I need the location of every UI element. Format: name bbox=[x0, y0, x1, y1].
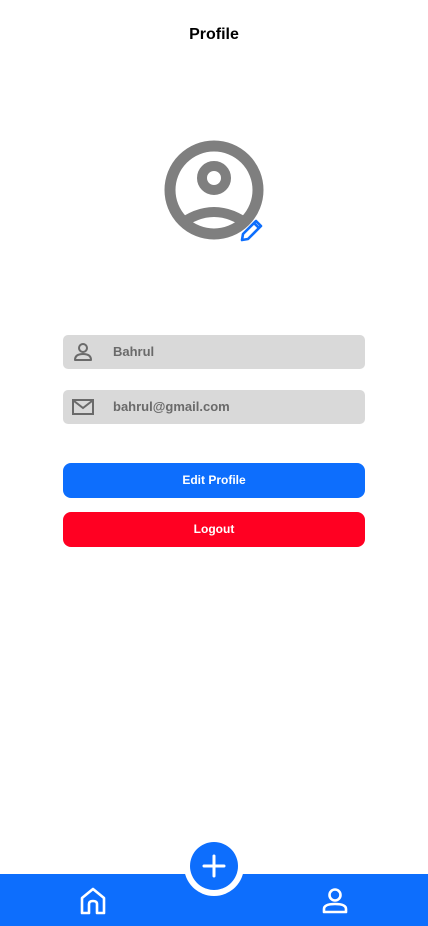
person-icon bbox=[71, 340, 95, 364]
email-value: bahrul@gmail.com bbox=[113, 399, 230, 414]
logout-button[interactable]: Logout bbox=[63, 512, 365, 547]
plus-icon bbox=[202, 854, 226, 878]
pencil-icon[interactable] bbox=[237, 217, 265, 245]
page-title: Profile bbox=[189, 26, 239, 43]
mail-icon bbox=[71, 395, 95, 419]
add-button[interactable] bbox=[190, 842, 238, 890]
person-icon[interactable] bbox=[320, 886, 350, 916]
name-value: Bahrul bbox=[113, 344, 155, 359]
email-field[interactable]: bahrul@gmail.com bbox=[63, 390, 365, 424]
edit-profile-button[interactable]: Edit Profile bbox=[63, 463, 365, 498]
profile-screen: Profile Bahrul bahrul@gmail.com Edit Pro… bbox=[0, 0, 428, 926]
name-field[interactable]: Bahrul bbox=[63, 335, 365, 369]
home-icon[interactable] bbox=[78, 886, 108, 916]
